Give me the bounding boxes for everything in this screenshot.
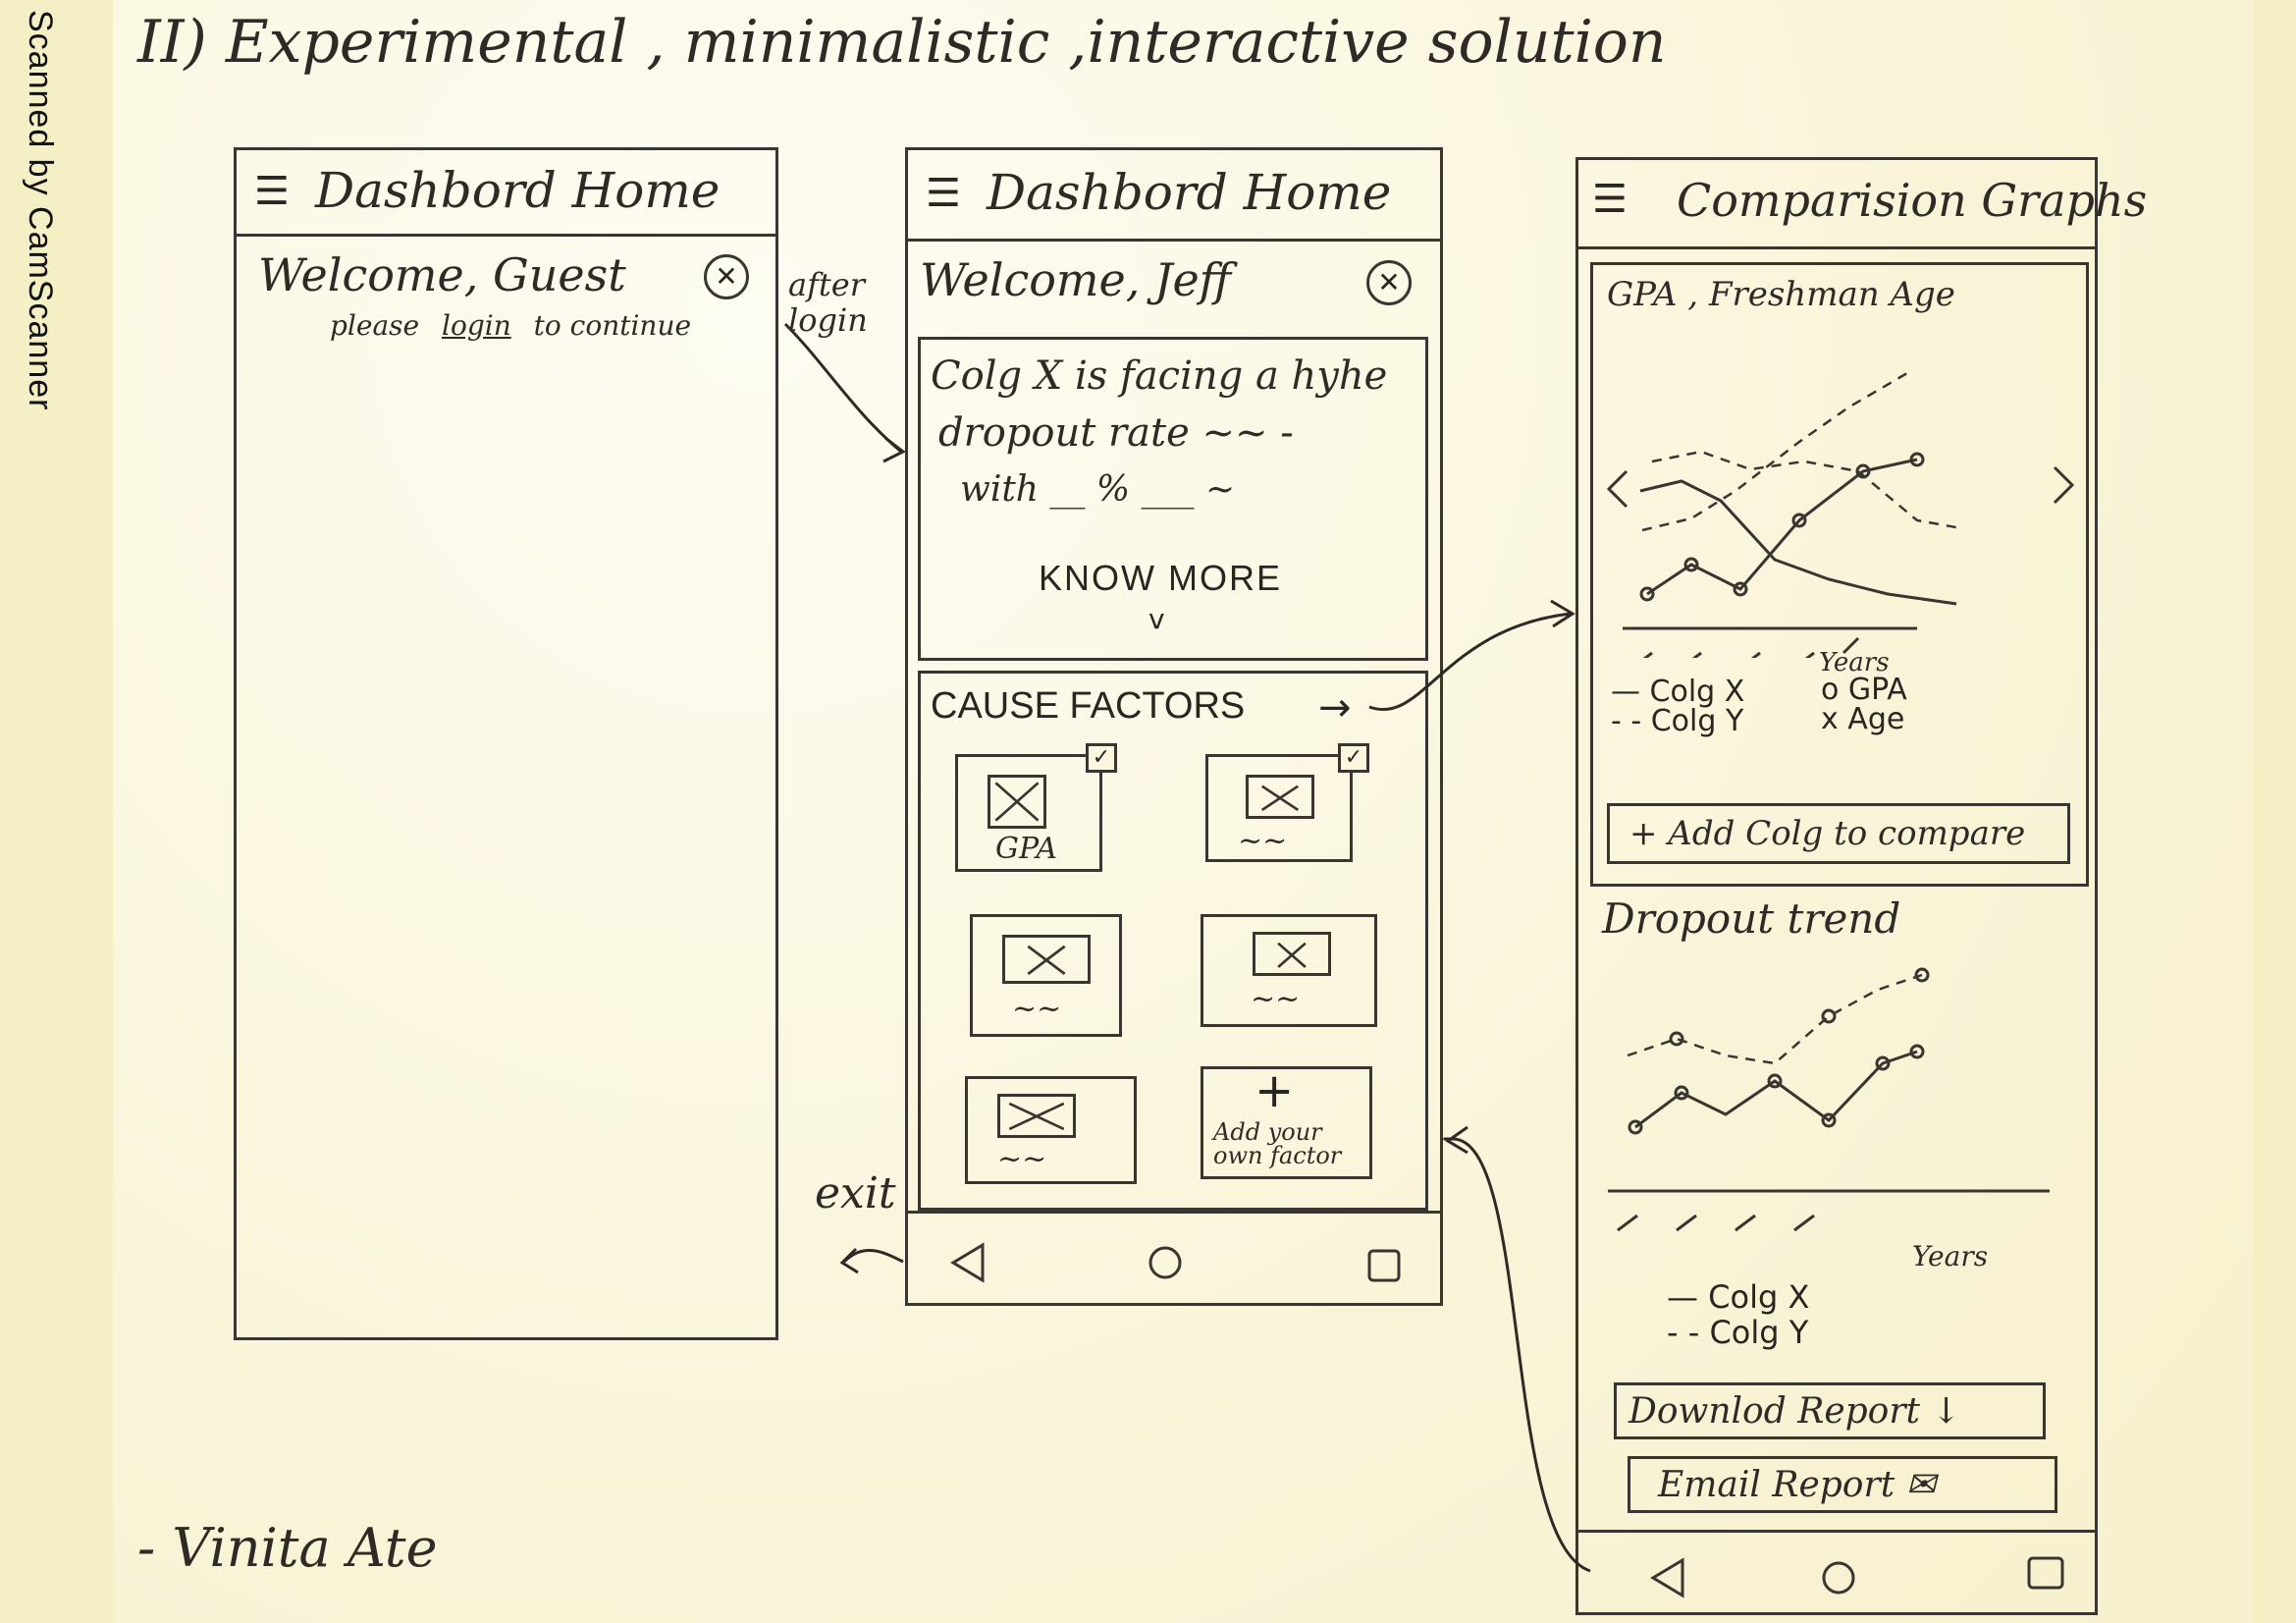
series-legend: — Colg X - - Colg Y <box>1611 677 1744 736</box>
chart-prev-icon <box>1606 469 1629 509</box>
gpa-age-chart-card: GPA , Freshman Age Years — Colg X - - Co… <box>1590 262 2089 887</box>
legend-colg-x: — Colg X <box>1611 675 1745 709</box>
hamburger-menu-icon[interactable]: ☰ <box>926 174 961 213</box>
app-header: ☰ Dashbord Home <box>237 150 775 237</box>
dropout-trend-title: Dropout trend <box>1602 894 1901 943</box>
welcome-text: Welcome, Guest <box>258 248 626 301</box>
point-markers <box>1628 967 1930 1135</box>
legend-colg-x: — Colg X <box>1667 1278 1810 1316</box>
legend-age: x Age <box>1821 702 1905 736</box>
add-factor-label: Add your own factor <box>1213 1118 1342 1169</box>
header-title: Dashbord Home <box>315 162 721 219</box>
login-prompt-suffix: to continue <box>533 309 692 342</box>
close-icon[interactable]: ✕ <box>1366 260 1412 305</box>
hamburger-menu-icon[interactable]: ☰ <box>1592 180 1628 219</box>
factor-caption: ~~ <box>997 1142 1047 1176</box>
arrow-right-icon[interactable]: → <box>1318 685 1352 730</box>
system-nav-bar <box>1578 1530 2095 1621</box>
nav-home-icon[interactable] <box>1819 1558 1858 1597</box>
plus-icon: + <box>1255 1063 1295 1118</box>
chevron-down-icon[interactable]: v <box>1148 603 1165 635</box>
screen-user-dashboard: ☰ Dashbord Home Welcome, Jeff ✕ Colg X i… <box>905 147 1443 1306</box>
factor-caption: ~~ <box>1251 982 1301 1016</box>
factor-tile-2[interactable]: ✓ ~~ <box>1205 743 1369 862</box>
login-link[interactable]: login <box>442 309 511 342</box>
scanner-watermark: Scanned by CamScanner <box>22 10 59 411</box>
screen-comparison-graphs: ☰ Comparision Graphs GPA , Freshman Age … <box>1575 157 2147 1615</box>
factor-caption: ~~ <box>1012 992 1062 1026</box>
x-ticks <box>1617 1214 1815 1232</box>
factor-caption: GPA <box>995 832 1058 866</box>
gpa-point-markers <box>1639 452 1925 602</box>
series-colg-x-gpa <box>1646 458 1918 596</box>
hamburger-menu-icon[interactable]: ☰ <box>254 172 290 211</box>
checkbox-checked[interactable]: ✓ <box>1338 743 1369 773</box>
add-college-button[interactable]: + Add Colg to compare <box>1607 803 2070 864</box>
image-placeholder-icon <box>1246 775 1314 819</box>
series-colg-x-age <box>1639 479 1957 606</box>
cause-factors-title: CAUSE FACTORS <box>931 685 1246 727</box>
nav-recent-icon[interactable] <box>2025 1554 2068 1594</box>
exit-note: exit <box>815 1168 896 1218</box>
nav-recent-icon[interactable] <box>1365 1247 1405 1286</box>
page-heading: II) Experimental , minimalistic ,interac… <box>137 8 1667 77</box>
dropout-trend-chart <box>1608 967 2050 1232</box>
header-title: Dashbord Home <box>987 164 1392 221</box>
chart-next-icon <box>2053 465 2075 505</box>
legend-colg-y: - - Colg Y <box>1667 1314 1809 1351</box>
header-title: Comparision Graphs <box>1677 174 2148 227</box>
author-signature: - Vinita Ate <box>137 1517 438 1579</box>
image-placeholder-icon <box>1002 935 1091 984</box>
series-colg-y <box>1627 973 1923 1065</box>
cause-factors-card: CAUSE FACTORS → ✓ GPA ✓ ~~ ~~ ~~ ~~ + Ad… <box>918 671 1428 1211</box>
factor-tile-4[interactable]: ~~ <box>1201 914 1377 1027</box>
factor-tile-gpa[interactable]: ✓ GPA <box>955 743 1117 872</box>
factor-tile-3[interactable]: ~~ <box>970 914 1122 1037</box>
close-icon[interactable]: ✕ <box>704 254 749 299</box>
nav-back-icon[interactable] <box>1647 1556 1686 1599</box>
legend-gpa: o GPA <box>1821 673 1907 707</box>
nav-back-icon[interactable] <box>947 1241 987 1284</box>
dropout-alert-card: Colg X is facing a hyhe dropout rate ~~ … <box>918 337 1428 661</box>
factor-tile-5[interactable]: ~~ <box>965 1076 1137 1184</box>
welcome-text: Welcome, Jeff <box>920 253 1232 306</box>
system-nav-bar <box>908 1211 1440 1312</box>
app-header: ☰ Dashbord Home <box>908 150 1440 242</box>
legend-colg-y: - - Colg Y <box>1611 704 1744 738</box>
checkbox-checked[interactable]: ✓ <box>1086 743 1117 773</box>
after-login-note: after login <box>788 266 868 339</box>
alert-line-2: dropout rate ~~ - <box>938 410 1294 456</box>
alert-line-1: Colg X is facing a hyhe <box>931 353 1388 399</box>
download-report-button[interactable]: Downlod Report ↓ <box>1614 1382 2046 1439</box>
app-header: ☰ Comparision Graphs <box>1578 160 2147 249</box>
screen-guest-dashboard: ☰ Dashbord Home Welcome, Guest ✕ please … <box>234 147 778 1340</box>
image-placeholder-icon <box>988 775 1046 829</box>
gpa-age-chart <box>1606 371 2075 658</box>
login-prompt-prefix: please <box>330 309 420 342</box>
nav-home-icon[interactable] <box>1146 1243 1185 1282</box>
image-placeholder-icon <box>1253 932 1331 976</box>
series-legend: — Colg X - - Colg Y <box>1667 1279 1809 1350</box>
image-placeholder-icon <box>997 1094 1076 1138</box>
marker-legend: o GPA x Age <box>1821 676 1907 734</box>
series-colg-y-gpa <box>1641 371 1908 532</box>
alert-line-3: with __ % ___ ~ <box>960 469 1236 510</box>
x-axis-label: Years <box>1912 1240 1989 1272</box>
add-factor-tile[interactable]: + Add your own factor <box>1201 1063 1372 1179</box>
login-prompt: please login to continue <box>330 309 691 342</box>
know-more-button[interactable]: KNOW MORE <box>1039 558 1282 599</box>
factor-caption: ~~ <box>1238 824 1288 858</box>
email-report-button[interactable]: Email Report ✉ <box>1628 1456 2057 1513</box>
